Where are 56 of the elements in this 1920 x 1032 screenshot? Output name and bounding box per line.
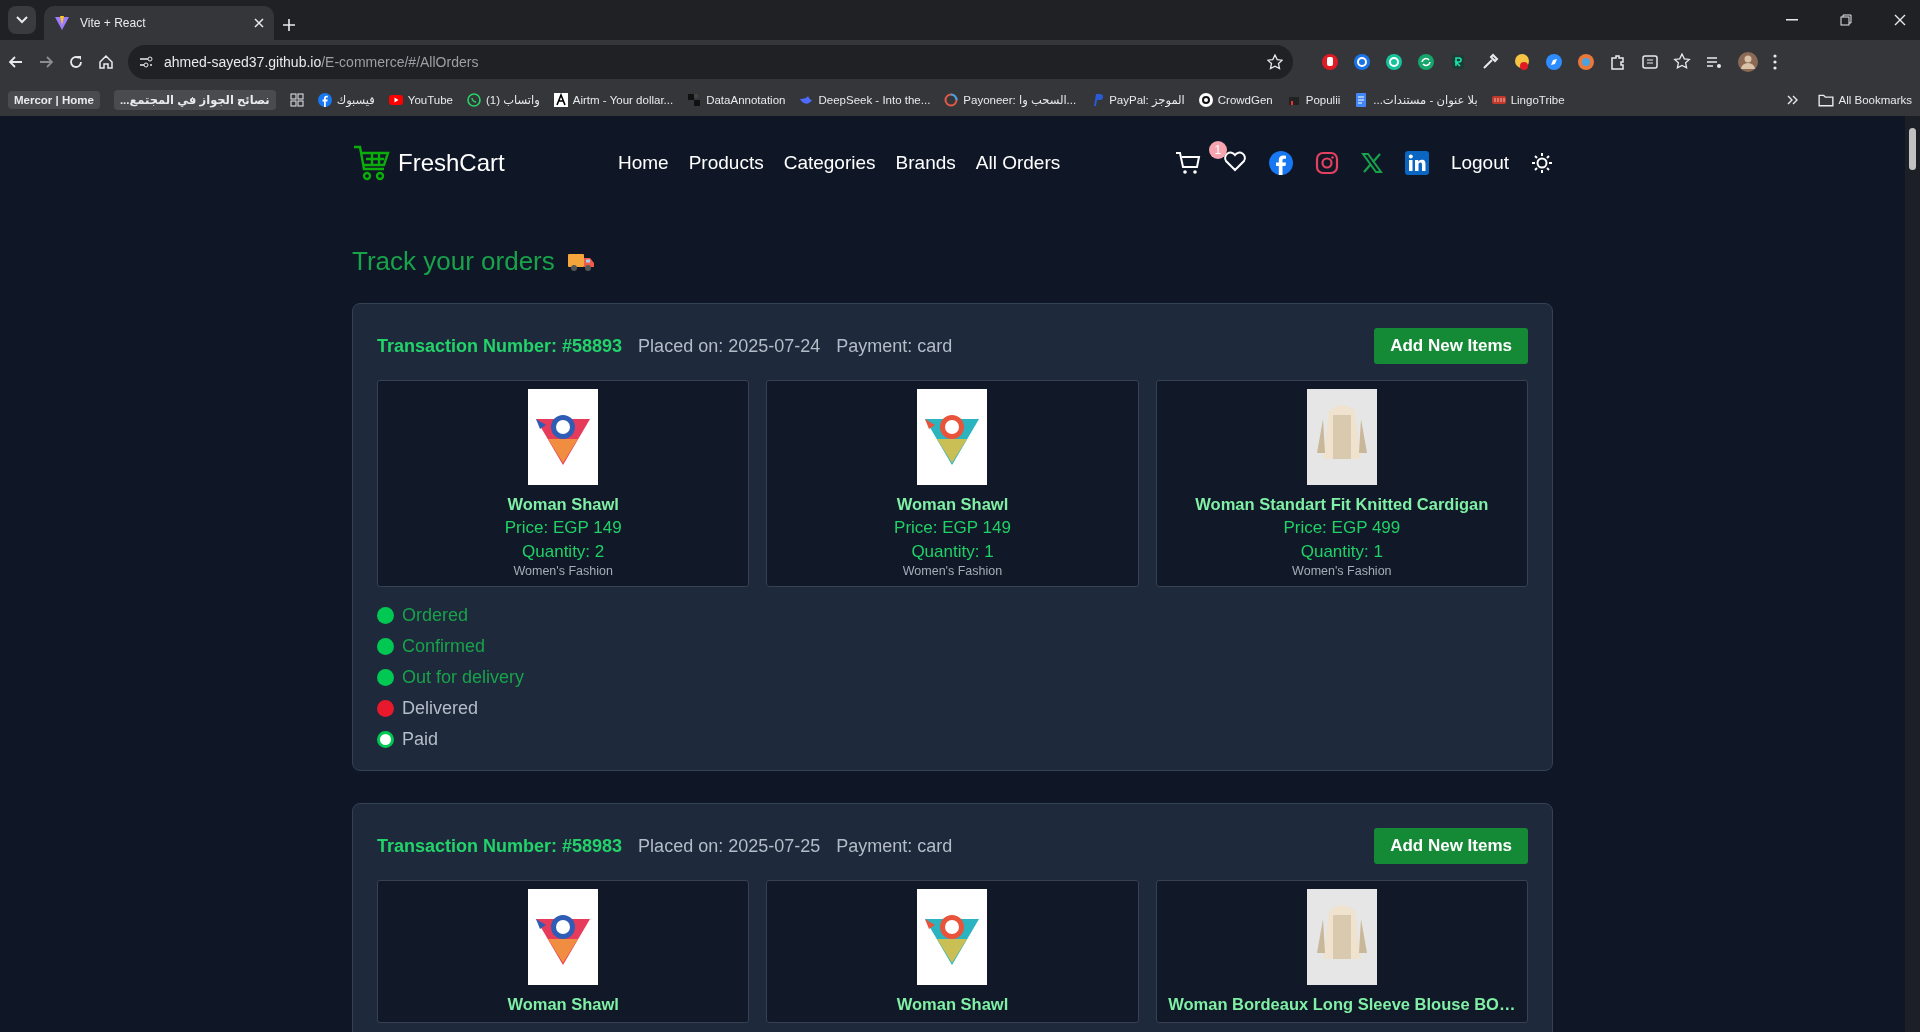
order-date: Placed on: 2025-07-24 [638, 335, 821, 357]
count-badge: 1 [1208, 141, 1227, 159]
product-category: Women's Fashion [1292, 564, 1392, 578]
product-name: Woman Shawl [507, 495, 619, 514]
product-quantity: Quantity: 2 [522, 542, 605, 562]
add-items-button[interactable]: Add New Items [1374, 828, 1528, 864]
bookmark-chip[interactable]: نصائح الجواز في المجتمع... [113, 90, 276, 110]
bookmark-link[interactable]: PayPal: الموجز [1109, 93, 1185, 107]
bookmark-link[interactable]: YouTube [407, 94, 453, 106]
add-items-button[interactable]: Add New Items [1374, 328, 1528, 364]
status-label: Confirmed [402, 636, 486, 657]
nav-link[interactable]: All Orders [975, 152, 1061, 174]
bookmark-link[interactable]: بلا عنوان - مستندات... [1373, 93, 1478, 107]
status-label: Ordered [402, 605, 469, 626]
address-bar[interactable]: ahmed-sayed37.github.io/E-commerce/#/AllOrders [128, 45, 1293, 79]
status-label: Out for delivery [402, 667, 525, 688]
bookmark-link[interactable]: Airtm - Your dollar... [572, 94, 674, 106]
bookmark-chip[interactable]: Mercor | Home [8, 91, 100, 109]
product-name: Woman Shawl [896, 995, 1009, 1014]
product-category: Women's Fashion [513, 564, 613, 578]
transaction-number: Transaction Number: #58983 [377, 835, 623, 857]
url-text: ahmed-sayed37.github.io/E-commerce/#/AllOrders [164, 54, 480, 70]
status-label: Delivered [402, 698, 479, 719]
transaction-number: Transaction Number: #58893 [377, 335, 623, 357]
page-title: Track your orders [352, 246, 555, 277]
payment-method: Payment: card [836, 835, 953, 857]
product-price: Price: EGP 149 [504, 518, 622, 538]
bookmark-link[interactable]: LingoTribe [1510, 94, 1565, 106]
bookmark-link[interactable]: DataAnnotation [706, 94, 786, 106]
nav-link[interactable]: Products [688, 152, 764, 174]
product-price: Price: EGP 149 [894, 518, 1011, 538]
browser-tab[interactable]: Vite + React [44, 6, 274, 40]
nav-link[interactable]: Brands [895, 152, 956, 174]
bookmark-link[interactable]: DeepSeek - Into the... [818, 94, 931, 106]
nav-link[interactable]: Categories [783, 152, 876, 174]
product-quantity: Quantity: 1 [1300, 542, 1383, 562]
bookmark-link[interactable]: فيسبوك [336, 93, 375, 107]
product-name: Woman Standart Fit Knitted Cardigan [1195, 495, 1489, 514]
status-label: Paid [402, 729, 439, 750]
tab-title: Vite + React [80, 16, 147, 30]
bookmark-link[interactable]: واتساب (1) [486, 93, 540, 107]
product-category: Women's Fashion [902, 564, 1003, 578]
product-price: Price: EGP 499 [1283, 518, 1401, 538]
product-quantity: Quantity: 1 [911, 542, 994, 562]
brand-name[interactable]: FreshCart [398, 149, 505, 177]
product-name: Woman Bordeaux Long Sleeve Blouse BO… [1168, 995, 1516, 1014]
order-date: Placed on: 2025-07-25 [638, 835, 821, 857]
product-name: Woman Shawl [896, 495, 1009, 514]
nav-link[interactable]: Home [618, 152, 669, 174]
bookmark-link[interactable]: Populii [1305, 94, 1341, 106]
bookmark-link[interactable]: All Bookmarks [1838, 94, 1912, 106]
bookmark-link[interactable]: Payoneer: السحب وا... [963, 93, 1077, 107]
logout-link[interactable]: Logout [1450, 152, 1509, 174]
bookmark-link[interactable]: CrowdGen [1217, 94, 1273, 106]
payment-method: Payment: card [836, 335, 953, 357]
product-name: Woman Shawl [507, 995, 619, 1014]
